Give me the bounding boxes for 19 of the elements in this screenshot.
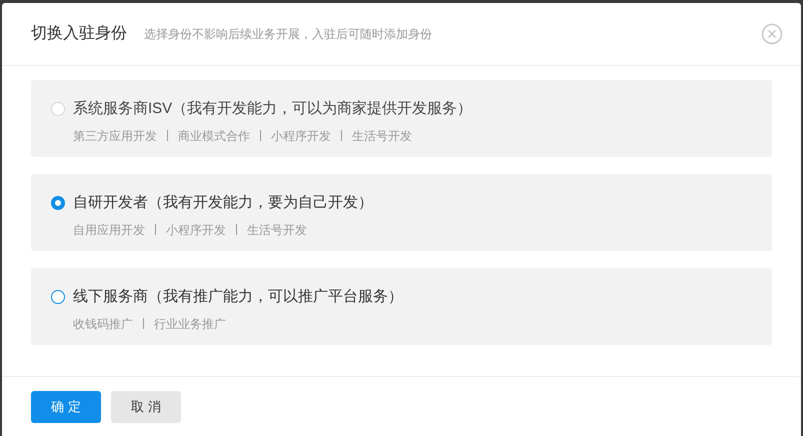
option-card[interactable]: 自研开发者（我有开发能力，要为自己开发） 自用应用开发 小程序开发 生活号开发 [31,174,772,251]
option-tag: 第三方应用开发 [73,126,157,144]
option-label: 自研开发者（我有开发能力，要为自己开发） [73,193,373,213]
option-tag: 商业模式合作 [178,126,250,144]
option-tag: 小程序开发 [271,126,331,144]
option-label: 线下服务商（我有推广能力，可以推广平台服务） [73,287,403,307]
option-tag: 生活号开发 [247,220,307,238]
radio-button[interactable] [51,290,65,304]
option-tag: 收钱码推广 [73,314,133,332]
option-tag: 行业业务推广 [154,314,226,332]
option-label: 系统服务商ISV（我有开发能力，可以为商家提供开发服务） [73,99,472,119]
option-tag: 生活号开发 [352,126,412,144]
option-card[interactable]: 线下服务商（我有推广能力，可以推广平台服务） 收钱码推广 行业业务推广 [31,268,772,345]
option-tag: 小程序开发 [166,220,226,238]
cancel-button[interactable]: 取 消 [111,391,181,423]
option-tag: 自用应用开发 [73,220,145,238]
dialog-subtitle: 选择身份不影响后续业务开展，入驻后可随时添加身份 [144,26,432,43]
dialog-title: 切换入驻身份 [31,24,127,44]
radio-button[interactable] [51,196,65,210]
